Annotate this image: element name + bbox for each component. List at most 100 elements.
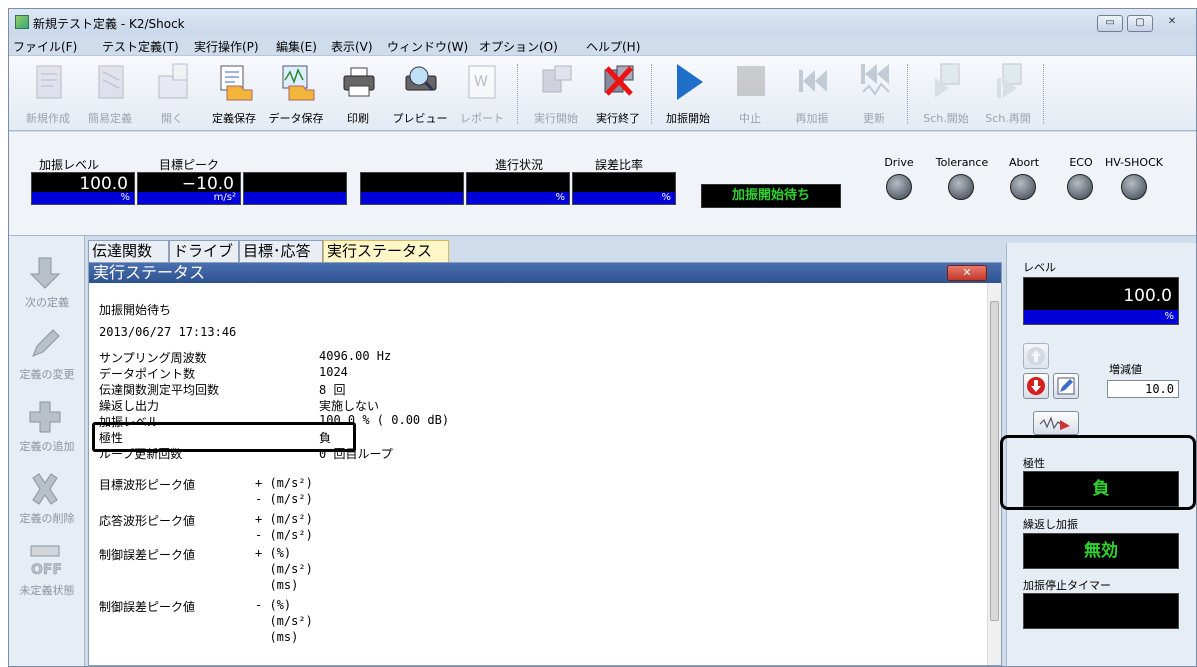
row-label: 伝達関数測定平均回数 (99, 383, 220, 397)
menu-options[interactable]: オプション(O) (479, 38, 558, 55)
abort-led-icon (1010, 174, 1036, 200)
target-peak-value: −10.0 (181, 174, 234, 194)
row-value: 実施しない (319, 399, 380, 413)
schedule-resume-button[interactable]: Sch.再開 (977, 62, 1039, 128)
row-label: 繰返し出力 (99, 399, 160, 413)
side-button-label: 定義の追加 (19, 440, 75, 453)
schedule-start-button[interactable]: Sch.開始 (915, 62, 977, 128)
peak-line: + (m/s²) (255, 512, 313, 526)
level-down-button[interactable] (1023, 373, 1049, 399)
abort-button[interactable]: 中止 (719, 62, 781, 128)
blank-unit-2 (361, 192, 463, 204)
play-icon (677, 64, 703, 100)
progress-label: 進行状況 (495, 158, 544, 172)
level-display: 100.0 % (31, 172, 135, 205)
new-file-icon (36, 65, 62, 99)
tab-run-status[interactable]: 実行ステータス (323, 240, 449, 263)
save-definition-icon (220, 65, 253, 101)
re-excite-button[interactable]: 再加振 (781, 62, 843, 128)
peak-line: - (%) (255, 598, 292, 612)
run-start-button[interactable]: 実行開始 (525, 62, 587, 128)
title-bar[interactable]: 新規テスト定義 - K2/Shock ▭ ▢ ✕ (9, 9, 1196, 35)
vertical-scrollbar[interactable] (987, 283, 1001, 665)
definition-side-panel: 次の定義 定義の変更 定義の追加 定義の削除 OFF 未定義状態 (9, 236, 85, 666)
tab-drive[interactable]: ドライブ (169, 240, 239, 262)
peak-line: - (m/s²) (255, 528, 313, 542)
tab-target-response[interactable]: 目標･応答 (239, 240, 323, 262)
level-unit: % (32, 192, 134, 204)
peak-line: + (%) (255, 546, 292, 560)
update-icon (861, 64, 890, 96)
maximize-button[interactable]: ▢ (1127, 15, 1153, 32)
update-button[interactable]: 更新 (843, 62, 905, 128)
add-definition-button[interactable]: 定義の追加 (9, 392, 85, 456)
menu-help[interactable]: ヘルプ(H) (586, 38, 640, 55)
waveform-icon (1039, 416, 1070, 430)
timer-value (1023, 593, 1179, 629)
menu-run-operation[interactable]: 実行操作(P) (194, 38, 259, 55)
edit-icon (1057, 377, 1075, 395)
arrow-down-icon (29, 257, 61, 289)
excitation-start-button[interactable]: 加振開始 (657, 62, 719, 128)
pane-close-button[interactable]: ✕ (947, 265, 987, 281)
open-button[interactable]: 開く (141, 62, 203, 128)
peak-line: (ms) (255, 578, 299, 592)
peak-label: 応答波形ピーク値 (99, 514, 196, 528)
status-panel: 加振レベル 100.0 % 目標ピーク −10.0 m/s² 進行状況 % 誤差… (9, 132, 1196, 236)
blank-display-2 (360, 172, 464, 205)
blank-display-1 (243, 172, 347, 205)
change-definition-button[interactable]: 定義の変更 (9, 320, 85, 384)
rp-level-label: レベル (1023, 261, 1056, 274)
step-input[interactable]: 10.0 (1107, 380, 1179, 398)
menu-test-definition[interactable]: テスト定義(T) (102, 38, 179, 55)
level-up-button[interactable] (1023, 343, 1049, 369)
run-status-pane: 実行ステータス ✕ 加振開始待ち 2013/06/27 17:13:46 サンプ… (88, 262, 1002, 666)
target-peak-display: −10.0 m/s² (137, 172, 241, 205)
undefined-state-button[interactable]: OFF 未定義状態 (9, 536, 85, 600)
save-definition-button[interactable]: 定義保存 (203, 62, 265, 128)
simple-define-button[interactable]: 簡易定義 (79, 62, 141, 128)
target-peak-unit: m/s² (138, 192, 240, 204)
side-button-label: 未定義状態 (19, 584, 75, 597)
peak-line: - (m/s²) (255, 492, 313, 506)
tolerance-led-icon (948, 174, 974, 200)
led-label-hv-shock: HV-SHOCK (1105, 156, 1163, 169)
close-button[interactable]: ✕ (1157, 15, 1187, 32)
new-file-button[interactable]: 新規作成 (17, 62, 79, 128)
next-definition-button[interactable]: 次の定義 (9, 248, 85, 312)
peak-line: (ms) (255, 630, 299, 644)
menu-window[interactable]: ウィンドウ(W) (387, 38, 468, 55)
edit-step-button[interactable] (1053, 373, 1079, 399)
status-line: 加振開始待ち (99, 303, 172, 317)
arrow-up-circle-icon (1027, 347, 1045, 365)
menu-edit[interactable]: 編集(E) (276, 38, 317, 55)
menu-view[interactable]: 表示(V) (331, 38, 373, 55)
step-label: 増減値 (1109, 363, 1142, 376)
save-data-button[interactable]: データ保存 (265, 62, 327, 128)
rewind-icon (799, 70, 827, 92)
status-datetime: 2013/06/27 17:13:46 (99, 325, 237, 339)
run-stop-button[interactable]: 実行終了 (587, 62, 649, 128)
waveform-button[interactable] (1033, 411, 1079, 435)
side-button-label: 定義の変更 (19, 368, 75, 381)
row-value: 4096.00 Hz (319, 349, 392, 363)
progress-unit: % (467, 192, 569, 204)
delete-definition-button[interactable]: 定義の削除 (9, 464, 85, 528)
minimize-button[interactable]: ▭ (1097, 15, 1123, 32)
peak-label: 目標波形ピーク値 (99, 478, 196, 492)
menu-bar: ファイル(F) テスト定義(T) 実行操作(P) 編集(E) 表示(V) ウィン… (9, 35, 1196, 55)
application-window: 新規テスト定義 - K2/Shock ▭ ▢ ✕ ファイル(F) テスト定義(T… (8, 8, 1197, 667)
polarity-row-highlight (92, 422, 356, 452)
open-icon (158, 63, 188, 99)
app-icon (15, 15, 29, 29)
preview-button[interactable]: プレビュー (389, 62, 451, 128)
tab-transfer-function[interactable]: 伝達関数 (88, 240, 169, 262)
print-button[interactable]: 印刷 (327, 62, 389, 128)
report-button[interactable]: W レポート (451, 62, 513, 128)
svg-text:W: W (474, 74, 488, 90)
error-ratio-unit: % (573, 192, 675, 204)
scrollbar-thumb[interactable] (990, 301, 999, 621)
toolbar-separator (907, 64, 908, 124)
svg-text:OFF: OFF (31, 562, 61, 578)
menu-file[interactable]: ファイル(F) (13, 38, 77, 55)
